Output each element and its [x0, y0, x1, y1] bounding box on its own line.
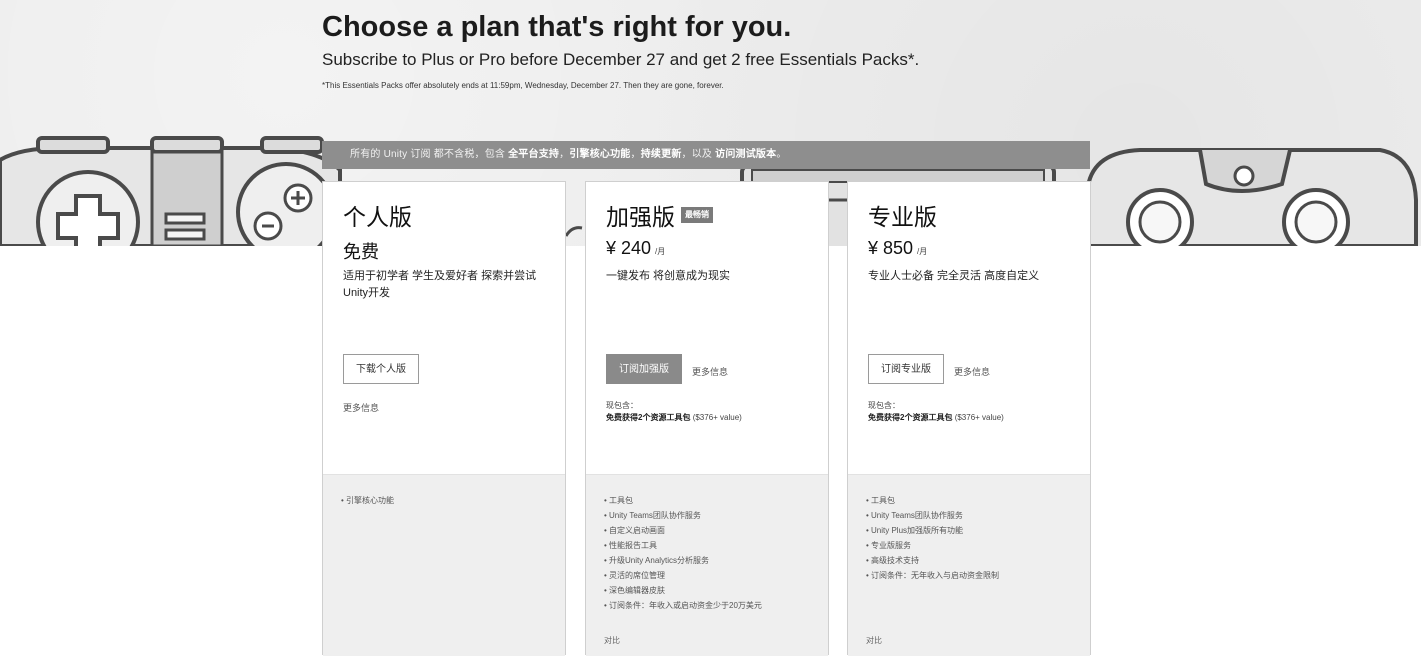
plan-card-plus: 加强版 最畅销 ¥ 240/月 一键发布 将创意成为现实 订阅加强版 更多信息 … — [585, 181, 829, 656]
includes-offer-value: ($376+ value) — [954, 413, 1004, 422]
plan-name-text: 个人版 — [343, 204, 412, 230]
feature-list: • 工具包 • Unity Teams团队协作服务 • 自定义启动画面 • 性能… — [604, 493, 762, 613]
feature-item: • Unity Plus加强版所有功能 — [866, 526, 964, 535]
subscribe-plus-button[interactable]: 订阅加强版 — [606, 354, 682, 384]
includes-offer: 免费获得2个资源工具包 ($376+ value) — [868, 412, 1004, 424]
promo-disclaimer: *This Essentials Packs offer absolutely … — [322, 81, 724, 90]
plan-name: 加强版 最畅销 — [606, 198, 713, 232]
compare-link[interactable]: 对比 — [604, 635, 620, 646]
feature-item: • 灵活的席位管理 — [604, 571, 666, 580]
promo-includes: 现包含： 免费获得2个资源工具包 ($376+ value) — [606, 400, 742, 424]
feature-item: • 引擎核心功能 — [341, 496, 395, 505]
plan-features-panel: • 引擎核心功能 — [323, 474, 565, 656]
plan-description: 一键发布 将创意成为现实 — [606, 270, 731, 282]
price-amount: ¥ 850 — [868, 238, 914, 258]
feature-item: • 工具包 — [604, 496, 634, 505]
promo-includes: 现包含： 免费获得2个资源工具包 ($376+ value) — [868, 400, 1004, 424]
feature-item: • 性能报告工具 — [604, 541, 658, 550]
plan-card-header: 个人版 免费 适用于初学者 学生及爱好者 探索并尝试Unity开发 下载个人版 … — [323, 182, 565, 474]
includes-offer-text: 免费获得2个资源工具包 — [606, 413, 691, 422]
feature-item: • 工具包 — [866, 496, 896, 505]
includes-label: 现包含： — [606, 401, 638, 410]
feature-list: • 引擎核心功能 — [341, 493, 394, 508]
info-bar-prefix: 所有的 Unity 订阅 都不含税，包含 — [350, 149, 506, 160]
plan-name-text: 加强版 — [606, 204, 675, 230]
includes-offer-text: 免费获得2个资源工具包 — [868, 413, 953, 422]
feature-item: • 升级Unity Analytics分析服务 — [604, 556, 710, 565]
plan-card-personal: 个人版 免费 适用于初学者 学生及爱好者 探索并尝试Unity开发 下载个人版 … — [322, 181, 566, 656]
includes-offer-value: ($376+ value) — [692, 413, 742, 422]
plan-name-text: 专业版 — [868, 204, 937, 230]
feature-list: • 工具包 • Unity Teams团队协作服务 • Unity Plus加强… — [866, 493, 999, 583]
more-info-link[interactable]: 更多信息 — [954, 365, 990, 378]
feature-item: • 自定义启动画面 — [604, 526, 666, 535]
promo-subtitle: Subscribe to Plus or Pro before December… — [322, 50, 920, 69]
includes-label: 现包含： — [868, 401, 900, 410]
feature-item: • Unity Teams团队协作服务 — [866, 511, 963, 520]
plan-description: 专业人士必备 完全灵活 高度自定义 — [868, 270, 1040, 282]
price-amount: ¥ 240 — [606, 238, 652, 258]
info-bar-separator: ，以及 — [681, 149, 713, 160]
info-bar-feature-updates: 持续更新 — [640, 149, 682, 160]
plan-card-header: 专业版 ¥ 850/月 专业人士必备 完全灵活 高度自定义 订阅专业版 更多信息… — [848, 182, 1090, 474]
subscription-info-bar: 所有的 Unity 订阅 都不含税，包含 全平台支持，引擎核心功能，持续更新，以… — [322, 141, 1090, 169]
page-title: Choose a plan that's right for you. — [322, 11, 792, 43]
plan-price: 免费 — [343, 242, 379, 262]
feature-item: • 专业版服务 — [866, 541, 912, 550]
plan-features-panel: • 工具包 • Unity Teams团队协作服务 • Unity Plus加强… — [848, 474, 1090, 656]
feature-item: • 订阅条件：年收入或启动资金少于20万美元 — [604, 601, 762, 610]
more-info-link[interactable]: 更多信息 — [343, 401, 379, 414]
info-bar-feature-beta: 访问测试版本 — [715, 149, 777, 160]
plan-price: ¥ 850/月 — [868, 238, 927, 259]
price-period: /月 — [655, 247, 666, 256]
info-bar-feature-core: 引擎核心功能 — [569, 149, 631, 160]
plan-description: 适用于初学者 学生及爱好者 探索并尝试Unity开发 — [343, 270, 537, 299]
plan-card-pro: 专业版 ¥ 850/月 专业人士必备 完全灵活 高度自定义 订阅专业版 更多信息… — [847, 181, 1091, 656]
bestseller-badge: 最畅销 — [681, 207, 713, 223]
compare-link[interactable]: 对比 — [866, 635, 882, 646]
plan-card-header: 加强版 最畅销 ¥ 240/月 一键发布 将创意成为现实 订阅加强版 更多信息 … — [586, 182, 828, 474]
feature-item: • 深色编辑器皮肤 — [604, 586, 666, 595]
info-bar-feature-platforms: 全平台支持 — [508, 149, 560, 160]
feature-item: • 高级技术支持 — [866, 556, 920, 565]
price-period: /月 — [917, 247, 928, 256]
hero-text: Choose a plan that's right for you. Subs… — [322, 10, 1122, 90]
subscribe-pro-button[interactable]: 订阅专业版 — [868, 354, 944, 384]
download-personal-button[interactable]: 下载个人版 — [343, 354, 419, 384]
feature-item: • Unity Teams团队协作服务 — [604, 511, 701, 520]
more-info-link[interactable]: 更多信息 — [692, 365, 728, 378]
feature-item: • 订阅条件：无年收入与启动资金限制 — [866, 571, 1000, 580]
info-bar-separator: ， — [630, 149, 641, 160]
plan-price: ¥ 240/月 — [606, 238, 665, 259]
info-bar-separator: ， — [559, 149, 570, 160]
info-bar-suffix: 。 — [776, 149, 787, 160]
plan-name: 专业版 — [868, 198, 937, 232]
plan-features-panel: • 工具包 • Unity Teams团队协作服务 • 自定义启动画面 • 性能… — [586, 474, 828, 656]
includes-offer: 免费获得2个资源工具包 ($376+ value) — [606, 412, 742, 424]
plan-name: 个人版 — [343, 198, 412, 232]
